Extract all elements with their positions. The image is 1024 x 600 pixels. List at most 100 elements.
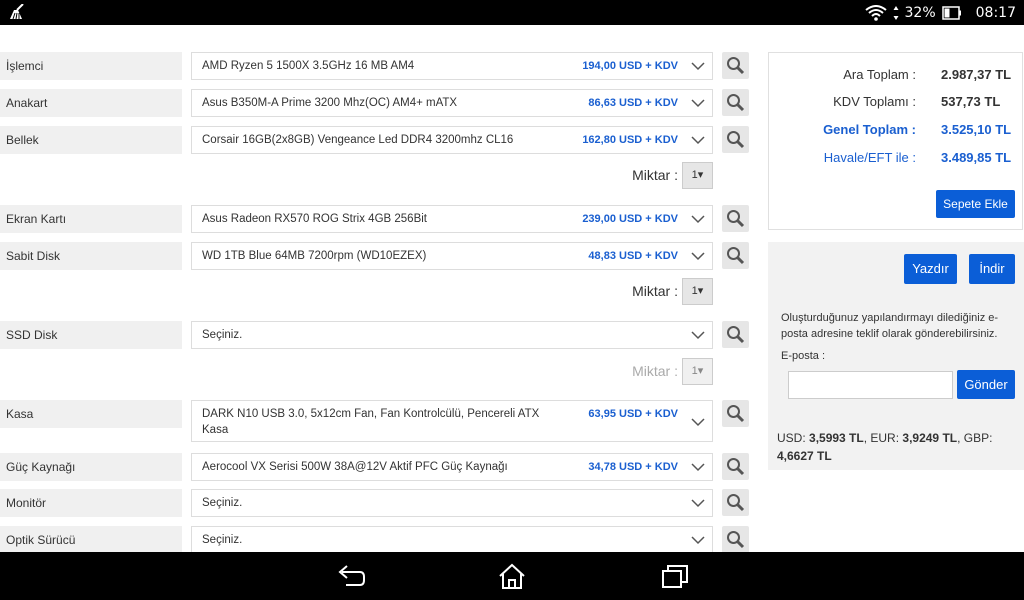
product-name: Asus B350M-A Prime 3200 Mhz(OC) AM4+ mAT… <box>202 97 458 109</box>
memory-select[interactable]: Corsair 16GB(2x8GB) Vengeance Led DDR4 3… <box>191 126 713 154</box>
product-name: Seçiniz. <box>202 329 243 341</box>
chevron-down-icon <box>691 99 705 108</box>
subtotal-value: 2.987,37 TL <box>941 67 1012 82</box>
chevron-down-icon <box>691 418 705 427</box>
share-panel: Yazdır İndir Oluşturduğunuz yapılandırma… <box>768 242 1024 432</box>
subtotal-row: Ara Toplam : 2.987,37 TL <box>769 67 1022 87</box>
optical-select[interactable]: Seçiniz. <box>191 526 713 552</box>
product-price: 162,80 USD + KDV <box>582 134 678 146</box>
product-price: 239,00 USD + KDV <box>582 213 678 225</box>
usd-label: USD: <box>777 431 806 445</box>
email-label: E-posta : <box>781 350 826 362</box>
home-icon[interactable] <box>497 562 527 590</box>
data-sync-icon <box>893 5 899 20</box>
ssd-select[interactable]: Seçiniz. <box>191 321 713 349</box>
hdd-select[interactable]: WD 1TB Blue 64MB 7200rpm (WD10EZEX) 48,8… <box>191 242 713 270</box>
navigation-bar <box>0 552 1024 600</box>
label-ssd: SSD Disk <box>0 321 182 349</box>
label-cpu: İşlemci <box>0 52 182 80</box>
wifi-icon <box>864 4 887 21</box>
recent-apps-icon[interactable] <box>660 562 690 590</box>
search-button[interactable] <box>722 242 749 269</box>
totals-panel: Ara Toplam : 2.987,37 TL KDV Toplamı : 5… <box>768 52 1023 230</box>
transfer-label: Havale/EFT ile : <box>823 150 916 165</box>
chevron-down-icon <box>691 331 705 340</box>
label-monitor: Monitör <box>0 489 182 517</box>
search-icon <box>727 57 745 75</box>
email-input[interactable] <box>788 371 953 399</box>
label-psu: Güç Kaynağı <box>0 453 182 481</box>
exchange-rates: USD: 3,5993 TL, EUR: 3,9249 TL, GBP: 4,6… <box>768 420 1024 470</box>
grand-total-row: Genel Toplam : 3.525,10 TL <box>769 122 1022 142</box>
status-bar: 32% 08:17 <box>0 0 1024 25</box>
product-name: WD 1TB Blue 64MB 7200rpm (WD10EZEX) <box>202 250 427 262</box>
search-button[interactable] <box>722 126 749 153</box>
cpu-select[interactable]: AMD Ryzen 5 1500X 3.5GHz 16 MB AM4 194,0… <box>191 52 713 80</box>
search-icon <box>727 531 745 549</box>
search-icon <box>727 458 745 476</box>
chevron-down-icon <box>691 62 705 71</box>
back-icon[interactable] <box>336 562 366 590</box>
product-name: Corsair 16GB(2x8GB) Vengeance Led DDR4 3… <box>202 134 514 146</box>
product-price: 86,63 USD + KDV <box>588 97 678 109</box>
add-to-cart-button[interactable]: Sepete Ekle <box>936 190 1015 218</box>
gbp-rate: 4,6627 TL <box>777 449 832 463</box>
monitor-select[interactable]: Seçiniz. <box>191 489 713 517</box>
product-name: DARK N10 USB 3.0, 5x12cm Fan, Fan Kontro… <box>202 408 540 436</box>
label-memory: Bellek <box>0 126 182 154</box>
chevron-down-icon <box>691 536 705 545</box>
search-button[interactable] <box>722 489 749 516</box>
vat-value: 537,73 TL <box>941 94 1001 109</box>
search-button[interactable] <box>722 453 749 480</box>
quantity-select[interactable]: 1▾ <box>682 162 713 189</box>
transfer-value: 3.489,85 TL <box>941 150 1012 165</box>
label-case: Kasa <box>0 400 182 428</box>
search-button[interactable] <box>722 52 749 79</box>
grand-total-value: 3.525,10 TL <box>941 122 1012 137</box>
quantity-select[interactable]: 1▾ <box>682 278 713 305</box>
search-button[interactable] <box>722 321 749 348</box>
send-button[interactable]: Gönder <box>957 370 1015 399</box>
gpu-select[interactable]: Asus Radeon RX570 ROG Strix 4GB 256Bit 2… <box>191 205 713 233</box>
cleaner-app-icon <box>10 4 24 20</box>
vat-label: KDV Toplamı : <box>833 94 916 109</box>
chevron-down-icon <box>691 215 705 224</box>
search-icon <box>727 210 745 228</box>
configurator: İşlemci AMD Ryzen 5 1500X 3.5GHz 16 MB A… <box>0 25 1024 552</box>
product-price: 63,95 USD + KDV <box>588 408 678 420</box>
search-icon <box>727 131 745 149</box>
search-button[interactable] <box>722 526 749 552</box>
label-motherboard: Anakart <box>0 89 182 117</box>
product-price: 194,00 USD + KDV <box>582 60 678 72</box>
product-name: Aerocool VX Serisi 500W 38A@12V Aktif PF… <box>202 461 508 473</box>
quantity-label: Miktar : <box>632 167 678 183</box>
download-button[interactable]: İndir <box>969 254 1015 284</box>
gbp-label: , GBP: <box>957 431 993 445</box>
product-name: AMD Ryzen 5 1500X 3.5GHz 16 MB AM4 <box>202 60 415 72</box>
share-description: Oluşturduğunuz yapılandırmayı dilediğini… <box>781 312 999 340</box>
print-button[interactable]: Yazdır <box>904 254 957 284</box>
chevron-down-icon <box>691 252 705 261</box>
search-icon <box>727 494 745 512</box>
product-price: 48,83 USD + KDV <box>588 250 678 262</box>
product-name: Seçiniz. <box>202 534 243 546</box>
subtotal-label: Ara Toplam : <box>843 67 916 82</box>
motherboard-select[interactable]: Asus B350M-A Prime 3200 Mhz(OC) AM4+ mAT… <box>191 89 713 117</box>
usd-rate: 3,5993 TL <box>809 431 864 445</box>
quantity-label: Miktar : <box>632 363 678 379</box>
search-button[interactable] <box>722 89 749 116</box>
transfer-row: Havale/EFT ile : 3.489,85 TL <box>769 150 1022 170</box>
product-price: 34,78 USD + KDV <box>588 461 678 473</box>
search-button[interactable] <box>722 205 749 232</box>
search-icon <box>727 326 745 344</box>
psu-select[interactable]: Aerocool VX Serisi 500W 38A@12V Aktif PF… <box>191 453 713 481</box>
grand-total-label: Genel Toplam : <box>823 122 916 137</box>
label-hdd: Sabit Disk <box>0 242 182 270</box>
clock: 08:17 <box>975 4 1016 21</box>
chevron-down-icon <box>691 499 705 508</box>
label-optical: Optik Sürücü <box>0 526 182 552</box>
case-select[interactable]: DARK N10 USB 3.0, 5x12cm Fan, Fan Kontro… <box>191 400 713 442</box>
quantity-select[interactable]: 1▾ <box>682 358 713 385</box>
search-button[interactable] <box>722 400 749 427</box>
eur-label: , EUR: <box>863 431 900 445</box>
